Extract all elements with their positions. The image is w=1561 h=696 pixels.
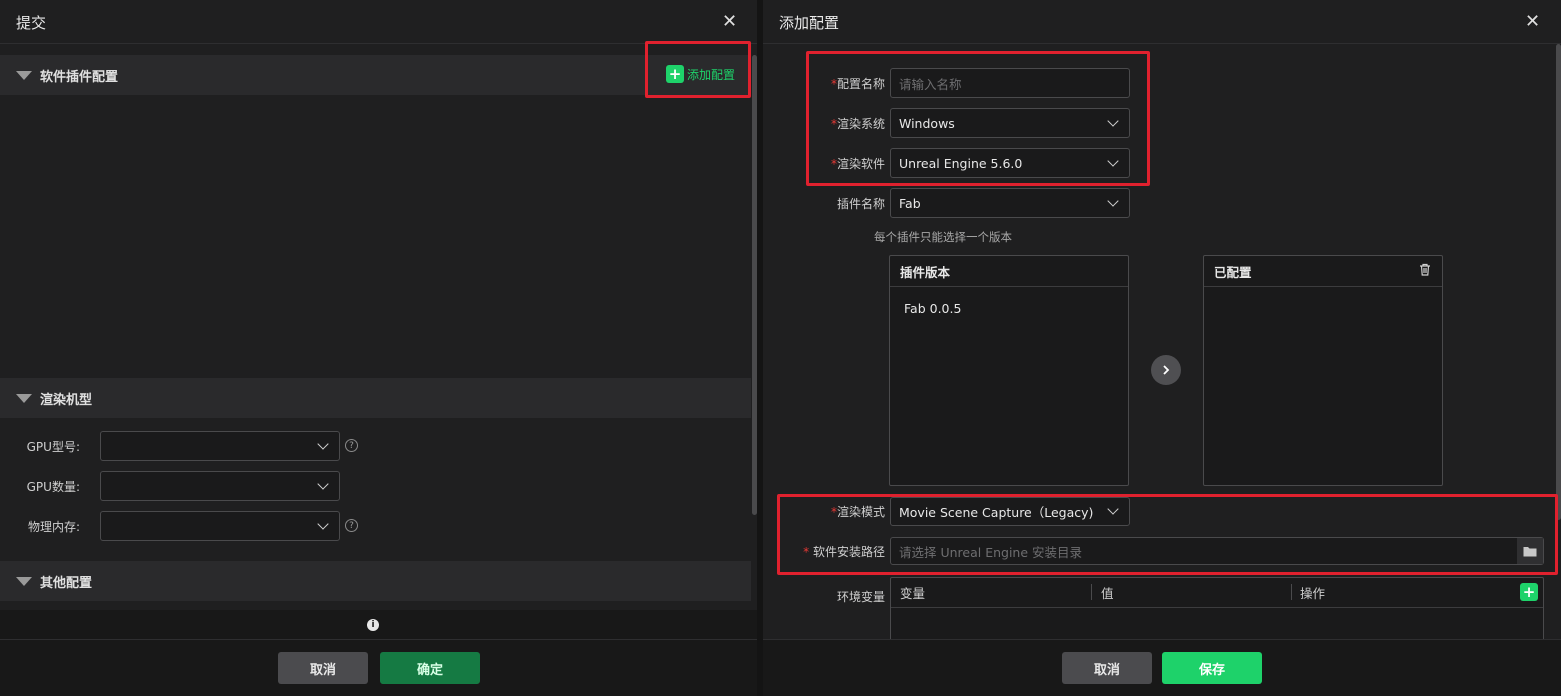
section-label: 渲染机型 [40, 392, 93, 408]
footer-divider [0, 639, 757, 640]
plugin-name-select[interactable]: Fab [890, 188, 1130, 218]
plugin-version-panel: 插件版本 Fab 0.0.5 [889, 255, 1129, 486]
configured-panel: 已配置 [1203, 255, 1443, 486]
panel-title: 已配置 [1214, 264, 1252, 280]
env-table: 变量 值 操作 + [890, 577, 1544, 647]
trash-icon[interactable] [1419, 263, 1431, 279]
collapse-triangle-icon [16, 576, 32, 586]
gpu-model-label: GPU型号: [26, 440, 80, 454]
plus-icon[interactable]: + [1520, 583, 1538, 601]
chevron-down-icon [317, 517, 329, 530]
arrow-right-icon[interactable] [1151, 355, 1181, 385]
collapse-triangle-icon [16, 70, 32, 80]
env-label: 环境变量 [836, 590, 885, 604]
memory-label: 物理内存: [27, 520, 80, 534]
title-divider [763, 43, 1561, 44]
plugin-hint: 每个插件只能选择一个版本 [874, 230, 1012, 244]
chevron-down-icon [317, 437, 329, 450]
chevron-down-icon [317, 477, 329, 490]
close-icon[interactable]: ✕ [722, 11, 737, 32]
gpu-count-label: GPU数量: [26, 480, 80, 494]
collapse-triangle-icon [16, 393, 32, 403]
highlight-box [777, 494, 1558, 575]
gpu-model-select[interactable] [100, 431, 340, 461]
help-icon[interactable]: ? [345, 439, 358, 452]
column-divider [1291, 584, 1292, 600]
version-item[interactable]: Fab 0.0.5 [890, 287, 1128, 330]
submit-dialog: 提交 ✕ 软件插件配置 + 添加配置 渲染机型 GPU型号: ? GPU数量: … [0, 0, 757, 696]
gpu-count-select[interactable] [100, 471, 340, 501]
close-icon[interactable]: ✕ [1525, 11, 1540, 32]
section-label: 其他配置 [40, 575, 93, 591]
select-value: Fab [899, 195, 921, 211]
column-divider [1091, 584, 1092, 600]
plugin-name-label: 插件名称 [836, 197, 885, 211]
dialog-title: 添加配置 [779, 14, 840, 32]
cancel-button[interactable]: 取消 [278, 652, 368, 684]
section-other-config[interactable]: 其他配置 [0, 561, 751, 601]
scrollbar-thumb[interactable] [1556, 44, 1561, 520]
panel-header: 插件版本 [890, 256, 1128, 287]
section-plugin-config[interactable]: 软件插件配置 [0, 55, 751, 95]
highlight-box [645, 41, 751, 98]
column-header: 值 [1101, 586, 1114, 601]
chevron-down-icon [1107, 194, 1119, 207]
save-button[interactable]: 保存 [1162, 652, 1262, 684]
info-icon[interactable]: i [367, 619, 379, 631]
env-table-header: 变量 值 操作 + [891, 578, 1543, 608]
section-render-machine[interactable]: 渲染机型 [0, 378, 751, 418]
column-header: 操作 [1300, 586, 1326, 601]
title-divider [0, 43, 757, 44]
help-icon[interactable]: ? [345, 519, 358, 532]
section-label: 软件插件配置 [40, 69, 119, 85]
dialog-title: 提交 [16, 14, 47, 32]
highlight-box [806, 51, 1150, 186]
footer-divider [763, 639, 1561, 640]
cancel-button[interactable]: 取消 [1062, 652, 1152, 684]
confirm-button[interactable]: 确定 [380, 652, 480, 684]
memory-select[interactable] [100, 511, 340, 541]
panel-header: 已配置 [1204, 256, 1442, 287]
column-header: 变量 [900, 586, 926, 601]
add-config-dialog: 添加配置 ✕ *配置名称 请输入名称 *渲染系统 Windows *渲染软件 U… [763, 0, 1561, 696]
